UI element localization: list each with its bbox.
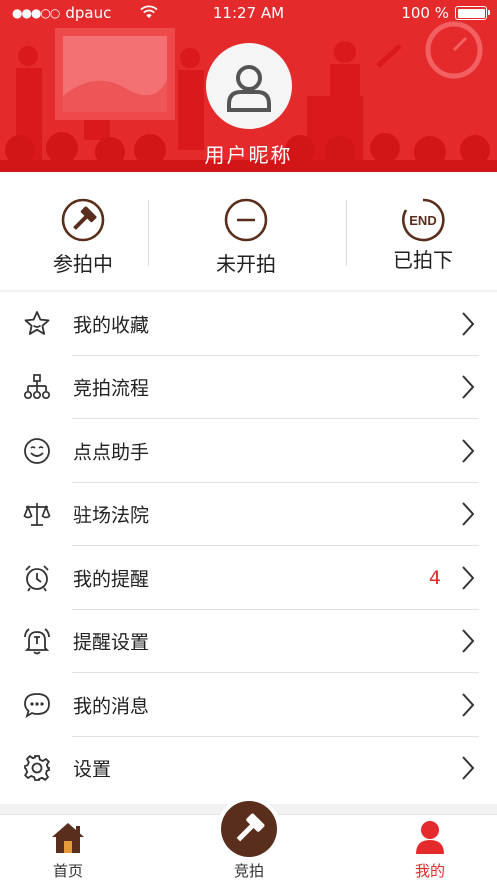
- menu-item-assistant[interactable]: 点点助手: [0, 419, 497, 483]
- username[interactable]: 用户昵称: [0, 139, 497, 168]
- user-icon: [416, 821, 444, 854]
- menu-list: 我的收藏 竞拍流程 点点助手 驻场法院 我的提醒 4 提醒设置 我的消息 设置: [0, 292, 497, 804]
- menu-item-settings[interactable]: 设置: [0, 737, 497, 801]
- menu-item-label: 提醒设置: [73, 631, 150, 654]
- battery-percent: 100 %: [401, 4, 449, 22]
- bottom-tab-bar: 首页 竞拍 我的: [0, 801, 497, 883]
- chevron-right-icon: [462, 375, 475, 399]
- tab-participating[interactable]: 参拍中: [0, 172, 166, 290]
- tab-me-label: 我的: [414, 862, 445, 880]
- menu-item-label: 点点助手: [73, 441, 150, 464]
- avatar[interactable]: [206, 43, 292, 129]
- auction-button[interactable]: [221, 801, 277, 857]
- reminder-count-badge: 4: [428, 566, 441, 589]
- menu-item-label: 竞拍流程: [73, 377, 150, 400]
- flowchart-icon: [23, 374, 51, 400]
- menu-item-label: 我的消息: [73, 695, 150, 718]
- auction-status-tabs: 参拍中 未开拍 END 已拍下: [0, 172, 497, 290]
- smiley-icon: [24, 437, 50, 464]
- chevron-right-icon: [462, 439, 475, 463]
- end-icon: END: [402, 198, 445, 242]
- tab-not-started[interactable]: 未开拍: [163, 172, 329, 290]
- chevron-right-icon: [462, 693, 475, 717]
- menu-item-reminder-settings[interactable]: 提醒设置: [0, 610, 497, 673]
- star-icon: [24, 310, 50, 335]
- minus-circle-icon: [224, 198, 268, 242]
- gavel-icon: [61, 198, 105, 242]
- alarm-clock-icon: [25, 565, 49, 592]
- gavel-icon: [236, 813, 265, 842]
- tab-me[interactable]: 我的: [370, 815, 490, 883]
- tab-home-label: 首页: [52, 862, 83, 880]
- menu-item-reminders[interactable]: 我的提醒 4: [0, 546, 497, 610]
- bell-icon: [24, 628, 50, 655]
- chevron-right-icon: [462, 629, 475, 653]
- tab-auction-label: 竞拍: [233, 862, 264, 880]
- menu-item-favorites[interactable]: 我的收藏: [0, 292, 497, 356]
- menu-item-label: 我的收藏: [73, 314, 150, 337]
- chat-bubble-icon: [24, 692, 50, 718]
- menu-item-label: 驻场法院: [73, 504, 150, 527]
- menu-item-label: 设置: [73, 758, 112, 781]
- battery-icon: [455, 6, 490, 20]
- user-silhouette-icon: [227, 65, 271, 112]
- menu-item-auction-process[interactable]: 竞拍流程: [0, 356, 497, 419]
- gear-icon: [24, 755, 50, 782]
- menu-item-messages[interactable]: 我的消息: [0, 673, 497, 737]
- tab-participating-label: 参拍中: [53, 252, 113, 276]
- home-icon: [52, 823, 84, 853]
- scales-icon: [23, 503, 51, 527]
- chevron-right-icon: [462, 566, 475, 590]
- status-bar: ●●●○○ dpauc 11:27 AM 100 %: [0, 0, 497, 28]
- tab-auction[interactable]: 竞拍: [214, 801, 284, 883]
- profile-header: ●●●○○ dpauc 11:27 AM 100 % 用户昵称: [0, 0, 497, 172]
- tab-won[interactable]: END 已拍下: [340, 172, 497, 290]
- menu-item-court[interactable]: 驻场法院: [0, 483, 497, 546]
- divider: [148, 200, 149, 266]
- chevron-right-icon: [462, 502, 475, 526]
- tab-home[interactable]: 首页: [8, 815, 128, 883]
- tab-not-started-label: 未开拍: [216, 252, 276, 276]
- menu-item-label: 我的提醒: [73, 568, 150, 591]
- chevron-right-icon: [462, 756, 475, 780]
- end-icon-text: END: [409, 213, 436, 228]
- tab-won-label: 已拍下: [393, 248, 453, 272]
- chevron-right-icon: [462, 312, 475, 336]
